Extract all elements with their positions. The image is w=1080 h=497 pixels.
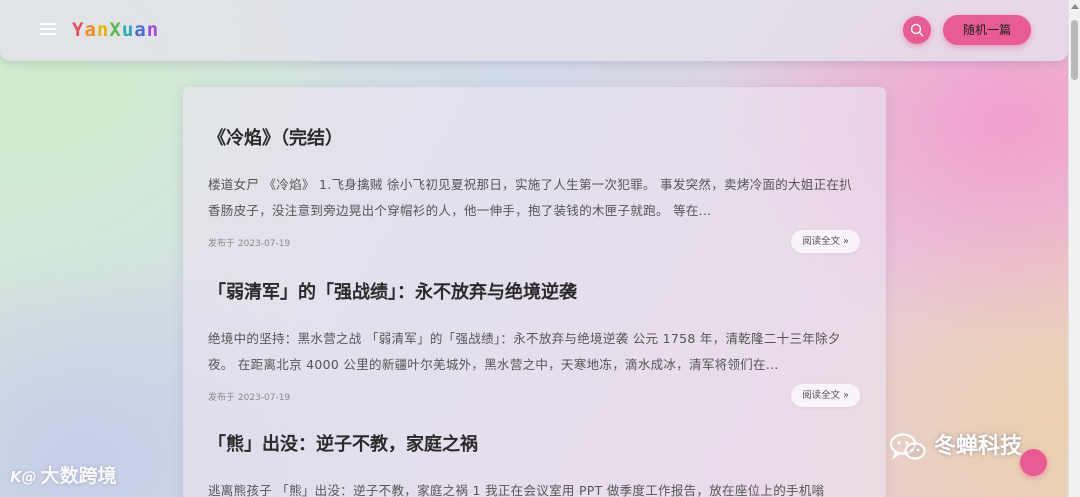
wechat-icon: [889, 433, 926, 460]
logo-letter: u: [121, 19, 135, 41]
scroll-up-arrow-icon[interactable]: [1071, 4, 1079, 9]
watermark-dashujingjing: K@ 大数跨境: [10, 463, 117, 490]
site-logo[interactable]: YanXuan: [72, 18, 159, 42]
post-excerpt: 逃离熊孩子 「熊」出没：逆子不教，家庭之祸 1 我正在会议室用 PPT 做季度工…: [208, 483, 825, 497]
read-more-button[interactable]: 阅读全文 »: [791, 384, 860, 407]
watermark-text: 大数跨境: [40, 465, 117, 487]
post-title[interactable]: 「熊」出没：逆子不教，家庭之祸: [208, 433, 860, 457]
search-icon: [910, 23, 924, 37]
post-excerpt: 楼道女尸 《冷焰》 1.飞身擒贼 徐小飞初见夏祝那日，实施了人生第一次犯罪。 事…: [208, 177, 853, 218]
scrollbar-thumb[interactable]: [1071, 20, 1078, 80]
logo-letter: n: [146, 19, 160, 41]
logo-letter: a: [134, 19, 147, 41]
hamburger-menu-icon[interactable]: [40, 23, 56, 37]
logo-letter: n: [96, 19, 110, 41]
post-item: 「熊」出没：逆子不教，家庭之祸 逃离熊孩子 「熊」出没：逆子不教，家庭之祸 1 …: [208, 433, 860, 497]
watermark-text: 冬蝉科技: [934, 434, 1023, 459]
post-title[interactable]: 「弱清军」的「强战绩」：永不放弃与绝境逆袭: [208, 281, 860, 305]
logo-letter: Y: [72, 19, 85, 41]
post-excerpt: 绝境中的坚持：黑水营之战 「弱清军」的「强战绩」：永不放弃与绝境逆袭 公元 17…: [208, 331, 841, 372]
back-to-top-button[interactable]: [1020, 449, 1047, 476]
post-list-card: 《冷焰》（完结） 楼道女尸 《冷焰》 1.飞身擒贼 徐小飞初见夏祝那日，实施了人…: [183, 87, 886, 497]
post-date: 发布于 2023-07-19: [208, 393, 291, 403]
logo-letter: X: [109, 19, 122, 41]
post-meta: 发布于 2023-07-19 阅读全文 »: [208, 230, 860, 254]
logo-letter: a: [84, 19, 97, 41]
page-scrollbar[interactable]: [1068, 0, 1080, 497]
search-button[interactable]: [903, 16, 931, 44]
top-navigation-bar: YanXuan 随机一篇: [0, 0, 1068, 61]
post-item: 《冷焰》（完结） 楼道女尸 《冷焰》 1.飞身擒贼 徐小飞初见夏祝那日，实施了人…: [208, 127, 860, 254]
post-date: 发布于 2023-07-19: [208, 239, 291, 249]
watermark-logo: K@: [10, 468, 37, 486]
read-more-button[interactable]: 阅读全文 »: [791, 230, 860, 253]
post-meta: 发布于 2023-07-19 阅读全文 »: [208, 384, 860, 408]
post-title[interactable]: 《冷焰》（完结）: [208, 127, 860, 151]
random-post-button[interactable]: 随机一篇: [943, 15, 1031, 45]
post-item: 「弱清军」的「强战绩」：永不放弃与绝境逆袭 绝境中的坚持：黑水营之战 「弱清军」…: [208, 281, 860, 408]
watermark-dongchan: 冬蝉科技: [888, 432, 1022, 462]
